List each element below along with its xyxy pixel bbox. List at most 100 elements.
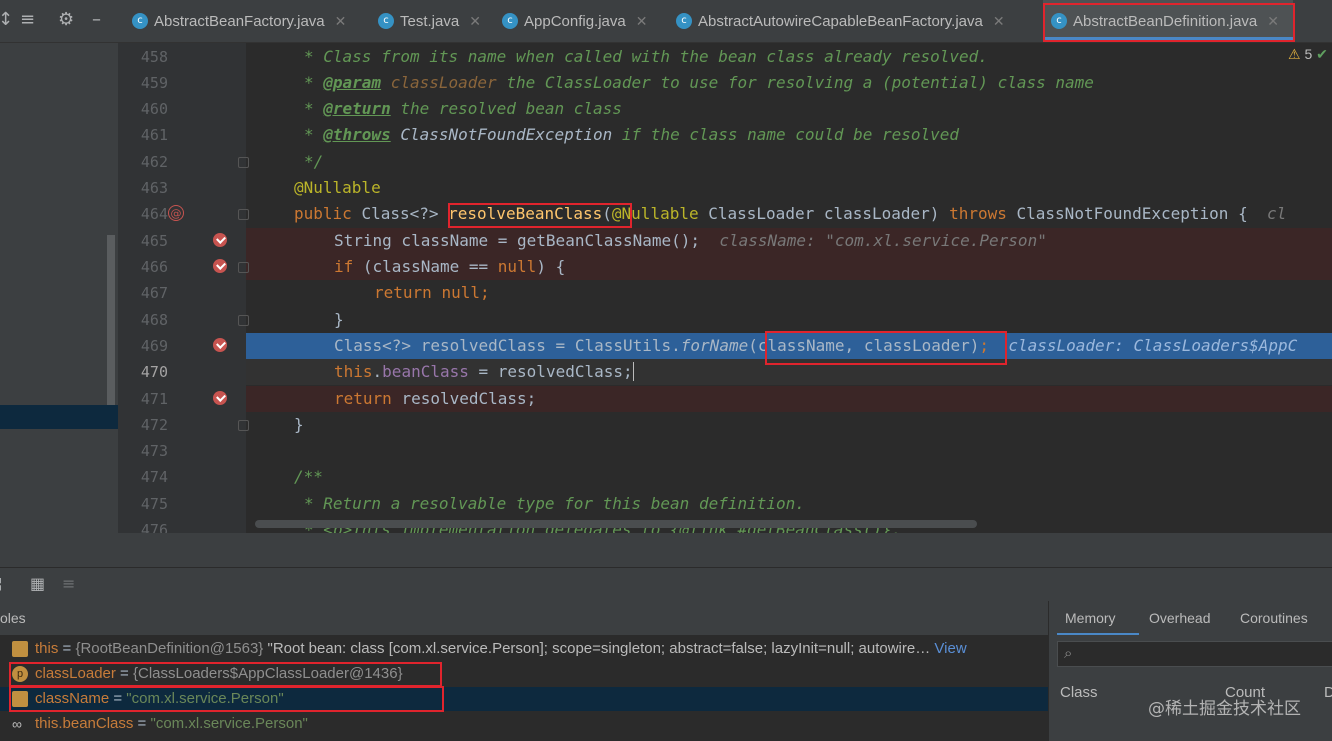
tab-abstract-bean-factory[interactable]: c AbstractBeanFactory.java ✕ [124,0,368,42]
line-number: 462 [140,153,168,171]
watermark: @稀土掘金技术社区 [1148,699,1301,719]
expand-icon[interactable]: ↕ [0,10,13,30]
inline-debug-hint: classLoader: ClassLoaders$AppC [1008,336,1298,355]
close-icon[interactable]: ✕ [335,13,347,30]
tab-abstract-autowire-capable-bean-factory[interactable]: c AbstractAutowireCapableBeanFactory.jav… [668,0,1040,42]
debugger-panel: ¦ ▦ ≡ oles this = {RootBeanDefinition@15… [0,533,1332,741]
line-number: 474 [140,468,168,486]
variable-ref: {RootBeanDefinition@1563} [75,640,264,657]
code-text: String className = getBeanClassName(); [334,231,701,250]
evaluate-icon[interactable]: ≡ [62,574,75,593]
code-text: ClassNotFoundException { [1016,204,1248,223]
line-number: 468 [140,311,168,329]
breakpoint-icon[interactable] [213,233,227,247]
doc-comment-text: the ClassLoader to use for resolving a (… [506,73,1094,92]
variables-label: oles [0,610,26,626]
doc-comment-text: * [304,125,324,144]
doc-comment-text: * Class from its name when called with t… [304,47,988,66]
table-view-icon[interactable]: ▦ [30,574,45,593]
code-line: * Class from its name when called with t… [246,44,1332,70]
close-icon[interactable]: ✕ [636,13,648,30]
search-icon: ⌕ [1064,644,1073,662]
tab-test[interactable]: c Test.java ✕ [370,0,490,42]
line-number: 466 [140,258,168,276]
close-icon[interactable]: ✕ [993,13,1005,30]
watch-icon: ∞ [12,716,22,732]
tab-coroutines[interactable]: Coroutines [1240,601,1308,635]
breakpoint-icon[interactable] [213,391,227,405]
doc-comment-text: the resolved bean class [400,99,622,118]
code-text: Class<?> [361,204,439,223]
code-line: /** [246,464,1332,490]
minimize-icon[interactable]: – [92,10,101,30]
variable-row[interactable]: ∞ this.beanClass = "com.xl.service.Perso… [0,712,1048,736]
breakpoint-icon[interactable] [213,338,227,352]
doc-param-name: classLoader [390,73,497,92]
annotation: @Nullable [294,178,381,197]
override-icon[interactable]: @ [168,205,184,221]
line-number: 472 [140,416,168,434]
code-text: resolvedClass; [401,389,537,408]
text-caret [632,362,634,381]
keyword: return [374,283,432,302]
line-number: 475 [140,495,168,513]
code-text: ) { [536,257,566,276]
method-name: forName [680,336,749,355]
tab-overhead[interactable]: Overhead [1149,601,1210,635]
field-name: beanClass [382,362,469,381]
line-number: 465 [140,232,168,250]
restore-icon[interactable]: ¦ [0,576,3,592]
doc-comment-text [391,125,401,144]
line-number: 464 [140,205,168,223]
keyword: null [441,283,480,302]
project-scrollbar[interactable] [107,235,115,405]
java-class-icon: c [132,13,148,29]
doc-comment-text [497,73,507,92]
doc-comment-text [381,73,391,92]
tab-label: AbstractAutowireCapableBeanFactory.java [698,12,983,30]
variable-row[interactable]: this = {RootBeanDefinition@1563} "Root b… [0,637,1048,661]
column-class[interactable]: Class [1060,679,1098,707]
line-number: 473 [140,442,168,460]
code-text: ; [479,283,490,302]
doc-comment-text: /** [294,467,323,486]
breakpoint-icon[interactable] [213,259,227,273]
collapse-all-icon[interactable]: ≡ [20,10,35,30]
editor-horizontal-scrollbar[interactable] [255,520,977,528]
view-link[interactable]: View [934,640,966,657]
variable-name: this [35,640,59,657]
code-line: * Return a resolvable type for this bean… [246,491,1332,517]
code-text: (className == [362,257,489,276]
line-number: 470 [140,363,168,381]
line-number: 476 [140,521,168,533]
keyword: null [497,257,537,276]
field-icon [12,641,28,657]
tab-memory[interactable]: Memory [1065,601,1116,635]
column-diff[interactable]: D [1324,679,1332,707]
doc-comment-text [391,99,401,118]
tab-app-config[interactable]: c AppConfig.java ✕ [494,0,666,42]
debugger-header [0,533,1332,567]
line-number: 460 [140,100,168,118]
variable-equals: = [58,640,76,657]
code-line: return null; [246,280,1332,306]
doc-comment-text [612,125,622,144]
code-text: ClassLoader classLoader) [708,204,940,223]
variables-header: oles [0,601,1048,635]
code-text: . [372,362,383,381]
tab-label: AppConfig.java [524,12,626,30]
class-search-input[interactable]: ⌕ [1057,641,1332,667]
close-icon[interactable]: ✕ [469,13,481,30]
java-class-icon: c [378,13,394,29]
project-selected-row[interactable] [0,405,118,429]
keyword: this [334,362,373,381]
doc-comment-text: * [304,99,324,118]
active-tab-highlight [1043,3,1295,42]
gear-icon[interactable]: ⚙ [58,10,74,30]
code-line: } [246,412,1332,438]
code-text: = resolvedClass; [468,362,633,381]
variable-value: "com.xl.service.Person" [150,715,308,732]
doc-exception-name: ClassNotFoundException [400,125,613,144]
line-number: 458 [140,48,168,66]
code-line: * @param classLoader the ClassLoader to … [246,70,1332,96]
